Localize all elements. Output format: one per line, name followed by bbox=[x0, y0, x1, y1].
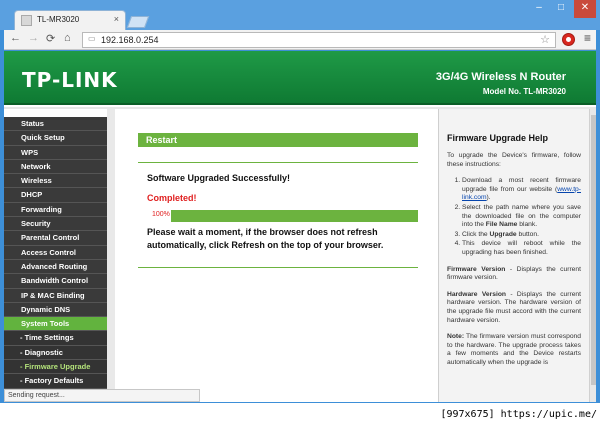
home-icon[interactable]: ⌂ bbox=[64, 32, 71, 44]
page-viewport: TP-LINK 3G/4G Wireless N Router Model No… bbox=[4, 51, 596, 402]
help-firmware-version: Firmware Version - Displays the current … bbox=[447, 265, 581, 282]
help-steps: Download a most recent firmware upgrade … bbox=[462, 177, 581, 257]
browser-toolbar: ← → ⟳ ⌂ ▭ 192.168.0.254 ☆ ≡ bbox=[4, 30, 596, 50]
sidebar-item-factory-defaults[interactable]: - Factory Defaults bbox=[4, 374, 115, 389]
new-tab-button[interactable] bbox=[126, 16, 150, 28]
close-icon[interactable]: × bbox=[114, 14, 119, 24]
maximize-icon[interactable]: □ bbox=[550, 0, 572, 18]
bookmark-star-icon[interactable]: ☆ bbox=[540, 33, 550, 46]
success-message: Software Upgraded Successfully! bbox=[147, 173, 291, 183]
back-icon[interactable]: ← bbox=[10, 32, 21, 44]
sidebar-item-dhcp[interactable]: DHCP bbox=[4, 188, 115, 203]
sidebar-item-time-settings[interactable]: - Time Settings bbox=[4, 331, 115, 346]
sidebar-item-bandwidth-control[interactable]: Bandwidth Control bbox=[4, 274, 115, 289]
help-panel: Firmware Upgrade Help To upgrade the Dev… bbox=[438, 109, 596, 402]
scrollbar-thumb[interactable] bbox=[591, 115, 596, 385]
sidebar-item-ip-mac-binding[interactable]: IP & MAC Binding bbox=[4, 288, 115, 303]
tab-strip: TL-MR3020 × – □ ✕ bbox=[0, 0, 600, 30]
sidebar-item-advanced-routing[interactable]: Advanced Routing bbox=[4, 259, 115, 275]
sidebar-item-wps[interactable]: WPS bbox=[4, 145, 115, 160]
status-bubble: Sending request... bbox=[4, 389, 200, 402]
help-title: Firmware Upgrade Help bbox=[447, 133, 549, 143]
help-step: Click the Upgrade button. bbox=[462, 231, 581, 240]
help-hardware-version: Hardware Version - Displays the current … bbox=[447, 290, 582, 324]
model-number: Model No. TL-MR3020 bbox=[482, 87, 566, 96]
sidebar-item-status[interactable]: Status bbox=[4, 117, 115, 132]
header-banner: TP-LINK 3G/4G Wireless N Router Model No… bbox=[4, 51, 596, 105]
sidebar-item-parental-control[interactable]: Parental Control bbox=[4, 231, 115, 246]
close-window-icon[interactable]: ✕ bbox=[574, 0, 596, 18]
menu-icon[interactable]: ≡ bbox=[584, 31, 591, 45]
sidebar-item-forwarding[interactable]: Forwarding bbox=[4, 202, 115, 218]
sidebar-item-firmware-upgrade[interactable]: - Firmware Upgrade bbox=[4, 360, 115, 375]
sidebar-item-system-tools[interactable]: System Tools bbox=[4, 317, 115, 332]
sidebar-item-diagnostic[interactable]: - Diagnostic bbox=[4, 345, 115, 361]
help-step: Download a most recent firmware upgrade … bbox=[462, 177, 581, 203]
tab-title: TL-MR3020 bbox=[37, 15, 80, 24]
browser-window: TL-MR3020 × – □ ✕ ← → ⟳ ⌂ ▭ 192.168.0.25… bbox=[0, 0, 600, 425]
help-text: To upgrade the Device's firmware, follow… bbox=[447, 152, 581, 375]
help-intro: To upgrade the Device's firmware, follow… bbox=[447, 152, 581, 168]
image-caption: [997x675] https://upic.me/ bbox=[0, 403, 600, 425]
url-text: 192.168.0.254 bbox=[101, 35, 159, 45]
minimize-icon[interactable]: – bbox=[528, 0, 550, 18]
sidebar-scrollbar[interactable] bbox=[107, 109, 115, 402]
extension-icon[interactable] bbox=[562, 33, 575, 46]
main-content: Restart Software Upgraded Successfully! … bbox=[115, 109, 438, 402]
progress-bar bbox=[171, 210, 418, 222]
section-title: Restart bbox=[138, 133, 418, 147]
page-info-icon[interactable]: ▭ bbox=[88, 34, 96, 43]
caption-text: [997x675] https://upic.me/ bbox=[440, 409, 597, 420]
help-scrollbar[interactable] bbox=[589, 109, 596, 402]
divider bbox=[138, 162, 418, 163]
sidebar-item-dynamic-dns[interactable]: Dynamic DNS bbox=[4, 302, 115, 318]
sidebar-item-wireless[interactable]: Wireless bbox=[4, 174, 115, 189]
reload-icon[interactable]: ⟳ bbox=[46, 32, 55, 45]
sidebar-item-security[interactable]: Security bbox=[4, 217, 115, 232]
product-name: 3G/4G Wireless N Router bbox=[435, 71, 566, 83]
sidebar-item-network[interactable]: Network bbox=[4, 159, 115, 175]
sidebar-item-quick-setup[interactable]: Quick Setup bbox=[4, 131, 115, 146]
progress-fill bbox=[171, 210, 418, 222]
help-step: Select the path name where you save the … bbox=[462, 204, 581, 230]
brand-logo: TP-LINK bbox=[22, 68, 118, 92]
completed-label: Completed! bbox=[147, 193, 197, 203]
page-icon bbox=[21, 15, 32, 26]
sidebar-item-access-control[interactable]: Access Control bbox=[4, 245, 115, 260]
refresh-notice: Please wait a moment, if the browser doe… bbox=[147, 227, 384, 250]
progress-percent: 100% bbox=[152, 211, 170, 218]
help-step: This device will reboot while the upgrad… bbox=[462, 240, 581, 257]
forward-icon[interactable]: → bbox=[28, 32, 39, 44]
help-note: Note: The firmware version must correspo… bbox=[447, 333, 581, 366]
divider bbox=[138, 267, 418, 268]
browser-tab[interactable]: TL-MR3020 × bbox=[14, 10, 126, 30]
sidebar-menu: Status Quick Setup WPS Network Wireless … bbox=[4, 109, 115, 402]
address-bar[interactable]: ▭ 192.168.0.254 ☆ bbox=[82, 32, 556, 48]
